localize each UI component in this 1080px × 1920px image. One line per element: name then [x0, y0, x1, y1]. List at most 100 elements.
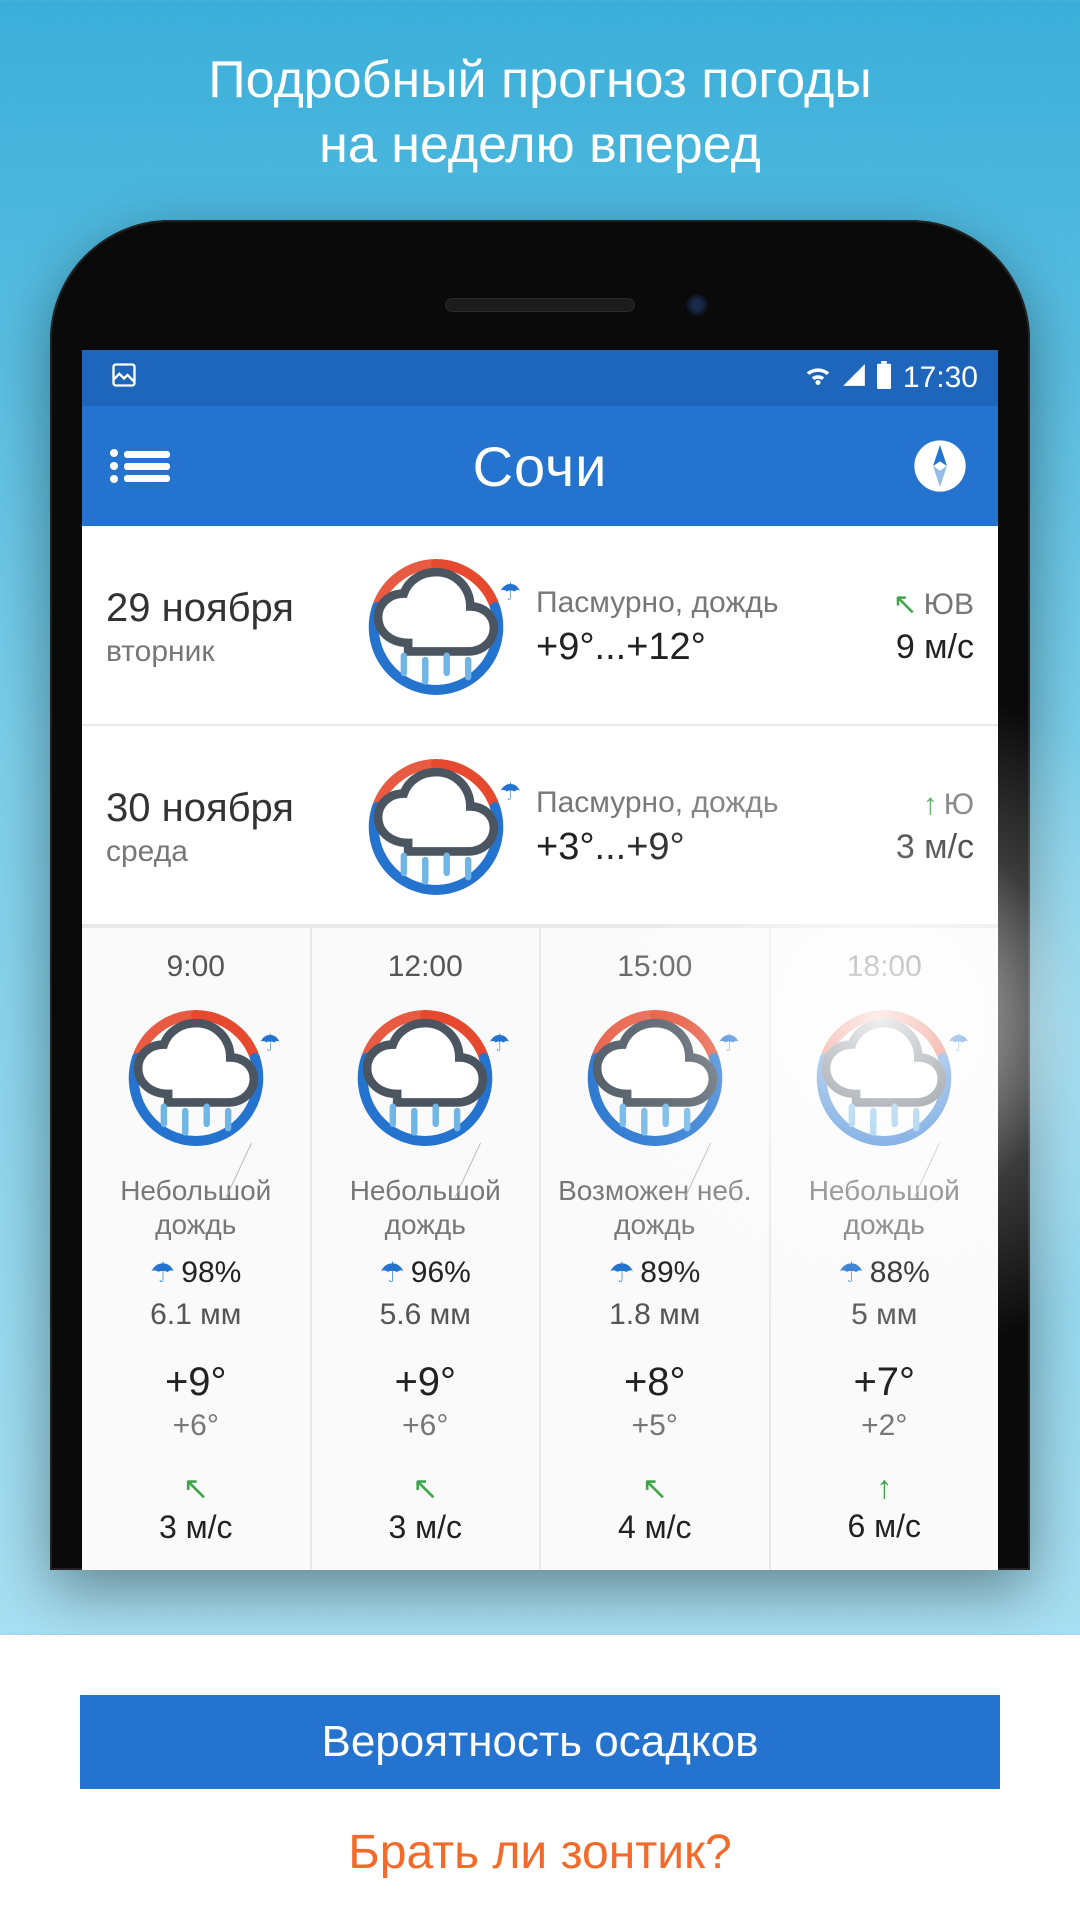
menu-icon	[110, 449, 118, 483]
day-weekday: среда	[106, 835, 336, 869]
precip-percent: 89%	[640, 1256, 700, 1289]
compass-button[interactable]	[910, 436, 970, 496]
hour-precip-mm: 5 мм	[779, 1298, 991, 1332]
umbrella-icon: ☂	[499, 778, 521, 807]
city-title[interactable]: Сочи	[170, 434, 910, 499]
hour-condition: Небольшой дождь	[320, 1174, 532, 1242]
status-time: 17:30	[903, 361, 978, 395]
precip-percent: 96%	[411, 1256, 471, 1289]
day-temp-range: +3°...+9°	[536, 826, 834, 869]
hour-column[interactable]: 18:00 ☂ Небольшой дождь ☂88% 5 мм +7° +2…	[771, 928, 999, 1570]
day-weather-icon: ☂	[346, 752, 526, 902]
hourly-forecast[interactable]: 9:00 ☂ Небольшой дождь ☂98% 6.1 мм +9° +…	[82, 926, 998, 1570]
hour-condition: Небольшой дождь	[779, 1174, 991, 1242]
day-weather-icon: ☂	[346, 552, 526, 702]
hour-weather-icon: ☂	[549, 998, 761, 1158]
day-condition-text: Пасмурно, дождь	[536, 786, 834, 820]
day-date: 30 ноября среда	[106, 786, 336, 869]
precipitation-label: Вероятность осадков	[321, 1717, 758, 1766]
day-condition-text: Пасмурно, дождь	[536, 586, 834, 620]
umbrella-icon: ☂	[948, 1029, 970, 1058]
hour-weather-icon: ☂	[779, 998, 991, 1158]
phone-frame: 17:30 Сочи 29 ноября вторник ☂	[50, 220, 1030, 1570]
hour-precip: ☂96%	[320, 1256, 532, 1290]
hour-temp-low: +5°	[549, 1409, 761, 1443]
day-row[interactable]: 29 ноября вторник ☂ Пасмурно, дождь +9°.…	[82, 526, 998, 726]
day-condition: Пасмурно, дождь +3°...+9°	[536, 786, 834, 869]
wind-arrow-icon: ↖	[320, 1469, 532, 1507]
phone-screen: 17:30 Сочи 29 ноября вторник ☂	[82, 350, 998, 1570]
wind-direction: Ю	[944, 788, 974, 821]
menu-button[interactable]	[110, 436, 170, 496]
picture-icon	[110, 361, 138, 396]
hour-temp-low: +6°	[320, 1409, 532, 1443]
promo-line2: на неделю вперед	[319, 116, 761, 174]
hour-wind-speed: 3 м/с	[320, 1509, 532, 1546]
wind-speed: 3 м/с	[844, 828, 974, 867]
umbrella-icon: ☂	[259, 1029, 281, 1058]
hour-temp-low: +6°	[90, 1409, 302, 1443]
hour-column[interactable]: 9:00 ☂ Небольшой дождь ☂98% 6.1 мм +9° +…	[82, 928, 312, 1570]
day-date-text: 30 ноября	[106, 786, 336, 831]
wind-direction: ЮВ	[924, 588, 974, 621]
cta-link[interactable]: Брать ли зонтик?	[348, 1825, 731, 1880]
hour-temp-high: +9°	[90, 1360, 302, 1405]
promo-title: Подробный прогноз погоды на неделю впере…	[0, 0, 1080, 178]
umbrella-icon: ☂	[150, 1257, 175, 1288]
hour-precip-mm: 6.1 мм	[90, 1298, 302, 1332]
umbrella-icon: ☂	[489, 1029, 511, 1058]
promo-line1: Подробный прогноз погоды	[208, 51, 871, 109]
day-temp-range: +9°...+12°	[536, 626, 834, 669]
hour-precip-mm: 1.8 мм	[549, 1298, 761, 1332]
hour-temp-high: +7°	[779, 1360, 991, 1405]
status-bar: 17:30	[82, 350, 998, 406]
phone-top	[82, 260, 998, 350]
day-weekday: вторник	[106, 635, 336, 669]
umbrella-icon: ☂	[380, 1257, 405, 1288]
day-wind: ↖ЮВ 9 м/с	[844, 587, 974, 667]
menu-icon-bars	[124, 446, 170, 487]
hour-temp-high: +8°	[549, 1360, 761, 1405]
signal-icon	[841, 362, 867, 395]
wifi-icon	[803, 360, 833, 397]
cta-text: Брать ли зонтик?	[348, 1826, 731, 1879]
day-date: 29 ноября вторник	[106, 586, 336, 669]
hour-time: 15:00	[549, 950, 761, 984]
phone-speaker	[445, 298, 635, 312]
bottom-overlay: Вероятность осадков Брать ли зонтик?	[0, 1635, 1080, 1920]
umbrella-icon: ☂	[839, 1257, 864, 1288]
day-date-text: 29 ноября	[106, 586, 336, 631]
hour-weather-icon: ☂	[90, 998, 302, 1158]
hour-precip: ☂98%	[90, 1256, 302, 1290]
wind-arrow-icon: ↑	[923, 788, 938, 821]
hour-weather-icon: ☂	[320, 998, 532, 1158]
day-row[interactable]: 30 ноября среда ☂ Пасмурно, дождь +3°...…	[82, 726, 998, 926]
hour-condition: Возможен неб. дождь	[549, 1174, 761, 1242]
precip-percent: 98%	[181, 1256, 241, 1289]
hour-time: 12:00	[320, 950, 532, 984]
hour-time: 18:00	[779, 950, 991, 984]
hour-wind-speed: 6 м/с	[779, 1508, 991, 1545]
umbrella-icon: ☂	[499, 578, 521, 607]
precip-percent: 88%	[870, 1256, 930, 1289]
wind-arrow-icon: ↖	[549, 1469, 761, 1507]
umbrella-icon: ☂	[718, 1029, 740, 1058]
hour-column[interactable]: 15:00 ☂ Возможен неб. дождь ☂89% 1.8 мм …	[541, 928, 771, 1570]
hour-temp-low: +2°	[779, 1409, 991, 1443]
day-wind: ↑Ю 3 м/с	[844, 788, 974, 867]
hour-precip-mm: 5.6 мм	[320, 1298, 532, 1332]
umbrella-icon: ☂	[609, 1257, 634, 1288]
hour-precip: ☂89%	[549, 1256, 761, 1290]
phone-camera	[686, 294, 708, 316]
compass-icon	[912, 438, 968, 494]
hour-column[interactable]: 12:00 ☂ Небольшой дождь ☂96% 5.6 мм +9° …	[312, 928, 542, 1570]
precipitation-bar[interactable]: Вероятность осадков	[80, 1695, 1000, 1789]
hour-temp-high: +9°	[320, 1360, 532, 1405]
hour-precip: ☂88%	[779, 1256, 991, 1290]
wind-arrow-icon: ↖	[893, 588, 918, 621]
hour-time: 9:00	[90, 950, 302, 984]
hour-wind-speed: 4 м/с	[549, 1509, 761, 1546]
wind-arrow-icon: ↖	[90, 1469, 302, 1507]
battery-icon	[875, 361, 893, 396]
hour-condition: Небольшой дождь	[90, 1174, 302, 1242]
